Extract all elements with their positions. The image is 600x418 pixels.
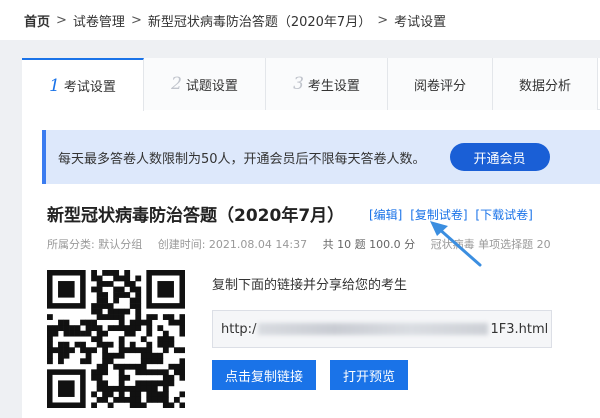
breadcrumb: 首页 > 试卷管理 > 新型冠状病毒防治答题（2020年7月） > 考试设置	[0, 0, 600, 40]
meta-category: 所属分类: 默认分组	[47, 238, 143, 251]
exam-title: 新型冠状病毒防治答题（2020年7月）	[47, 206, 345, 226]
meta-questions: 共 10 题 100.0 分	[322, 238, 416, 251]
breadcrumb-current: 考试设置	[394, 14, 447, 30]
tab-label: 试题设置	[185, 78, 238, 94]
download-exam-link[interactable]: [下载试卷]	[475, 208, 532, 222]
copy-link-button[interactable]: 点击复制链接	[212, 360, 316, 390]
tab-grading[interactable]: 阅卷评分	[388, 58, 493, 110]
copy-exam-link[interactable]: [复制试卷]	[410, 208, 467, 222]
qr-code-icon	[47, 270, 186, 409]
breadcrumb-separator: >	[130, 12, 142, 28]
notice-text: 每天最多答卷人数限制为50人，开通会员后不限每天答卷人数。	[58, 151, 426, 167]
tab-label: 考生设置	[307, 78, 360, 94]
tab-data-analysis[interactable]: 数据分析	[493, 58, 598, 110]
breadcrumb-separator: >	[56, 12, 67, 28]
member-limit-notice: 每天最多答卷人数限制为50人，开通会员后不限每天答卷人数。 开通会员	[42, 130, 600, 184]
tab-label: 数据分析	[518, 78, 571, 94]
breadcrumb-home[interactable]: 首页	[24, 11, 50, 30]
share-link-prefix: http:/	[221, 321, 257, 337]
share-link-suffix: 1F3.html	[490, 321, 549, 337]
open-preview-button[interactable]: 打开预览	[330, 360, 408, 390]
exam-actions: [编辑] [复制试卷] [下载试卷]	[369, 206, 537, 223]
exam-settings-card: 1 考试设置 2 试题设置 3 考生设置 阅卷评分 数据分析 每天最多答卷人数限…	[22, 58, 600, 418]
tab-label: 考试设置	[63, 80, 116, 95]
breadcrumb-exam[interactable]: 新型冠状病毒防治答题（2020年7月）	[148, 11, 371, 30]
tab-number: 1	[49, 75, 60, 96]
meta-created: 创建时间: 2021.08.04 14:37	[157, 238, 308, 251]
tab-question-settings[interactable]: 2 试题设置	[144, 58, 266, 110]
breadcrumb-separator: >	[377, 12, 389, 28]
tab-candidate-settings[interactable]: 3 考生设置	[266, 58, 388, 110]
edit-link[interactable]: [编辑]	[369, 208, 402, 222]
qr-code	[47, 270, 186, 409]
tab-number: 3	[293, 74, 304, 94]
breadcrumb-paper-management[interactable]: 试卷管理	[73, 11, 125, 30]
meta-tags: 冠状病毒 单项选择题 20	[430, 238, 551, 251]
share-prompt: 复制下面的链接并分享给您的考生	[212, 278, 408, 293]
blurred-url-segment	[258, 323, 489, 335]
tab-number: 2	[171, 74, 182, 94]
share-link-field[interactable]: http:/ 1F3.html	[212, 310, 552, 348]
tab-exam-settings[interactable]: 1 考试设置	[22, 58, 144, 111]
exam-meta: 所属分类: 默认分组 创建时间: 2021.08.04 14:37 共 10 题…	[47, 236, 563, 252]
tab-label: 阅卷评分	[413, 78, 466, 94]
open-membership-button[interactable]: 开通会员	[449, 143, 550, 171]
tab-bar: 1 考试设置 2 试题设置 3 考生设置 阅卷评分 数据分析	[22, 58, 600, 111]
